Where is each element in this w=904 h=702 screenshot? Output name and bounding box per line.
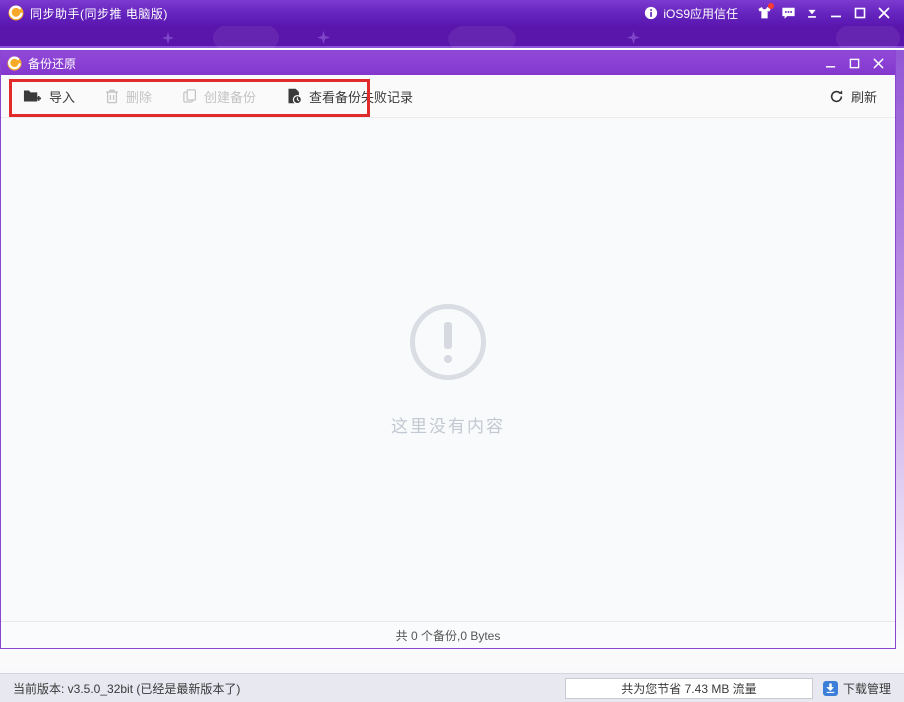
trust-label: iOS9应用信任 xyxy=(663,5,738,22)
download-manager-icon xyxy=(823,681,838,696)
app-window: 同步助手(同步推 电脑版) iOS9应用信任 xyxy=(0,0,904,702)
minimize-button[interactable] xyxy=(824,4,848,22)
backup-restore-dialog: 备份还原 导入 xyxy=(0,50,896,649)
exclamation-circle-icon xyxy=(410,304,486,380)
refresh-button[interactable]: 刷新 xyxy=(829,87,877,106)
app-logo-icon xyxy=(8,5,24,21)
create-backup-icon xyxy=(182,88,197,104)
star-sparkle-icon xyxy=(317,31,330,44)
delete-button[interactable]: 删除 xyxy=(105,87,152,106)
info-icon xyxy=(644,6,658,20)
dialog-titlebar: 备份还原 xyxy=(1,51,895,75)
backdrop-band xyxy=(0,26,904,48)
star-sparkle-icon xyxy=(627,31,640,44)
traffic-saved-box: 共为您节省 7.43 MB 流量 xyxy=(565,678,813,699)
dialog-maximize-button[interactable] xyxy=(843,54,865,72)
view-backup-failures-label: 查看备份失败记录 xyxy=(309,87,413,106)
dialog-content: 这里没有内容 xyxy=(1,119,895,621)
import-button[interactable]: 导入 xyxy=(23,87,75,106)
version-text: 当前版本: v3.5.0_32bit (已经是最新版本了) xyxy=(13,680,240,697)
dialog-toolbar: 导入 删除 创建备份 查看备份失败记录 xyxy=(1,75,895,118)
backup-count-status: 共 0 个备份,0 Bytes xyxy=(1,621,895,648)
empty-state-message: 这里没有内容 xyxy=(391,412,505,437)
folder-import-icon xyxy=(23,88,42,104)
download-manager-label: 下载管理 xyxy=(843,680,891,697)
delete-label: 删除 xyxy=(126,87,152,106)
main-titlebar: 同步助手(同步推 电脑版) iOS9应用信任 xyxy=(0,0,904,26)
maximize-button[interactable] xyxy=(848,4,872,22)
create-backup-label: 创建备份 xyxy=(204,87,256,106)
refresh-icon xyxy=(829,89,844,104)
document-clock-icon xyxy=(286,88,302,104)
app-logo-icon xyxy=(7,56,22,71)
view-backup-failures-button[interactable]: 查看备份失败记录 xyxy=(286,87,413,106)
trash-icon xyxy=(105,88,119,104)
window-title: 同步助手(同步推 电脑版) xyxy=(30,5,168,22)
dialog-title: 备份还原 xyxy=(28,55,76,72)
dialog-minimize-button[interactable] xyxy=(819,54,841,72)
main-statusbar: 当前版本: v3.5.0_32bit (已经是最新版本了) 共为您节省 7.43… xyxy=(0,673,904,702)
app-store-icon[interactable] xyxy=(752,4,776,22)
ios9-trust-button[interactable]: iOS9应用信任 xyxy=(644,5,738,22)
star-sparkle-icon xyxy=(162,32,174,44)
feedback-chat-icon[interactable] xyxy=(776,4,800,22)
create-backup-button[interactable]: 创建备份 xyxy=(182,87,256,106)
dialog-close-button[interactable] xyxy=(867,54,889,72)
import-label: 导入 xyxy=(49,87,75,106)
download-tasks-icon[interactable] xyxy=(800,4,824,22)
notification-dot xyxy=(768,3,774,9)
refresh-label: 刷新 xyxy=(851,87,877,106)
close-button[interactable] xyxy=(872,4,896,22)
download-manager-button[interactable]: 下载管理 xyxy=(823,680,891,697)
